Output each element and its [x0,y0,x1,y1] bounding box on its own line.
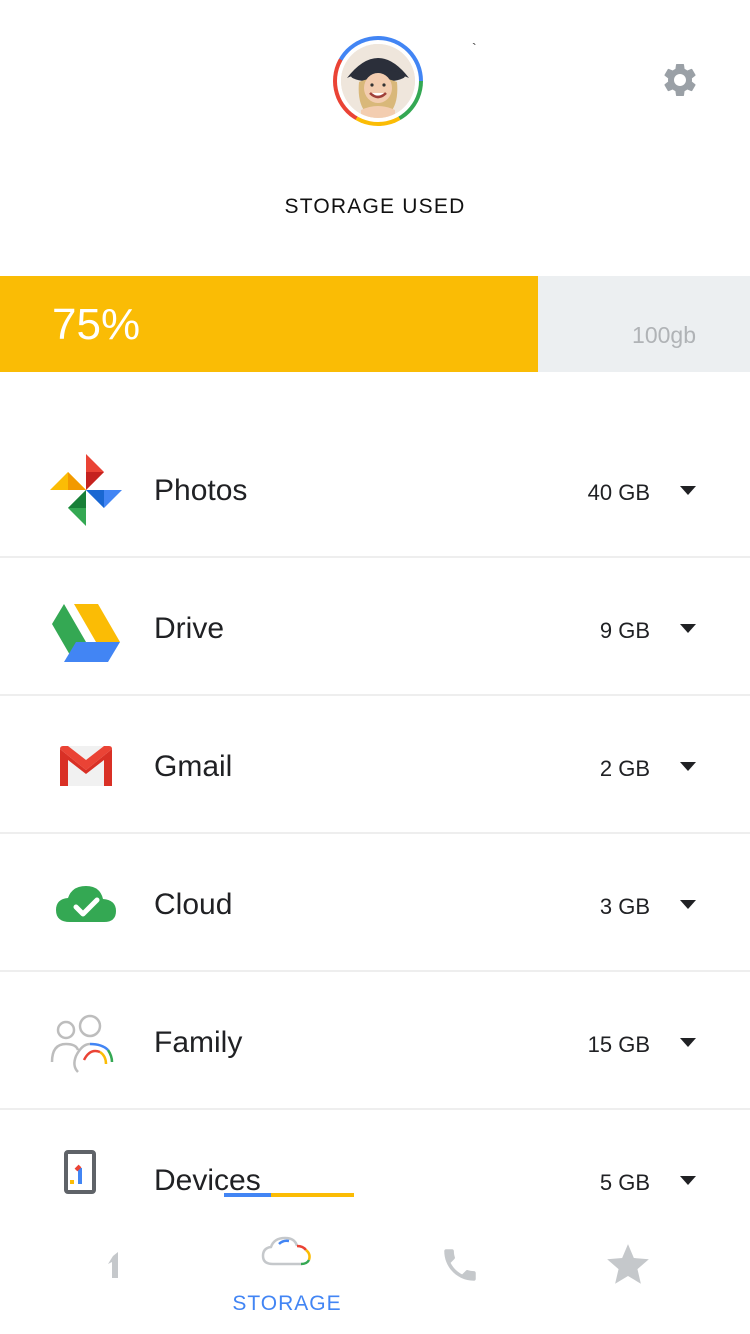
service-size: 5 GB [599,1170,650,1195]
devices-icon [50,1144,122,1216]
service-name: Photos [154,474,248,507]
service-name: Cloud [154,888,233,921]
nav-item-phone[interactable] [400,1220,520,1334]
list-item-photos[interactable]: Photos 40 GB [0,420,750,558]
storage-used-title: STORAGE USED [284,195,466,218]
google-one-icon [108,1252,118,1278]
settings-button[interactable] [660,60,700,100]
service-name: Family [154,1026,243,1059]
cloud-check-icon [50,868,122,940]
list-item-drive[interactable]: Drive 9 GB [0,558,750,696]
avatar[interactable] [333,36,423,126]
devices-underline-accent [224,1193,354,1197]
chevron-down-icon[interactable] [680,486,696,495]
chevron-down-icon[interactable] [680,1038,696,1047]
services-list: Photos 40 GB Drive 9 GB Gmail 2 GB Cloud… [0,420,750,1248]
avatar-photo [341,44,415,118]
nav-item-storage[interactable]: STORAGE [227,1220,347,1334]
star-icon [607,1244,649,1284]
gmail-icon [50,730,122,802]
service-size: 40 GB [587,480,650,505]
header: ` [0,0,750,270]
nav-item-favorites[interactable] [568,1220,688,1334]
chevron-down-icon[interactable] [680,624,696,633]
chevron-down-icon[interactable] [680,1176,696,1185]
list-item-gmail[interactable]: Gmail 2 GB [0,696,750,834]
list-item-family[interactable]: Family 15 GB [0,972,750,1110]
google-drive-icon [50,592,122,664]
service-name: Drive [154,612,225,645]
service-size: 15 GB [587,1032,650,1057]
storage-percent: 75% [52,300,141,349]
family-icon [50,1006,122,1078]
nav-item-home[interactable] [56,1220,176,1334]
phone-icon [444,1249,476,1281]
tick-mark: ` [472,40,477,56]
service-size: 9 GB [599,618,650,643]
service-name: Gmail [154,750,233,783]
service-size: 2 GB [599,756,650,781]
service-size: 3 GB [599,894,650,919]
cloud-icon [261,1236,311,1266]
list-item-cloud[interactable]: Cloud 3 GB [0,834,750,972]
nav-label-storage: STORAGE [232,1292,342,1315]
chevron-down-icon[interactable] [680,762,696,771]
storage-total: 100gb [632,322,696,348]
google-photos-icon [50,454,122,526]
gear-icon [664,63,696,96]
chevron-down-icon[interactable] [680,900,696,909]
bottom-nav: STORAGE [0,1220,750,1334]
